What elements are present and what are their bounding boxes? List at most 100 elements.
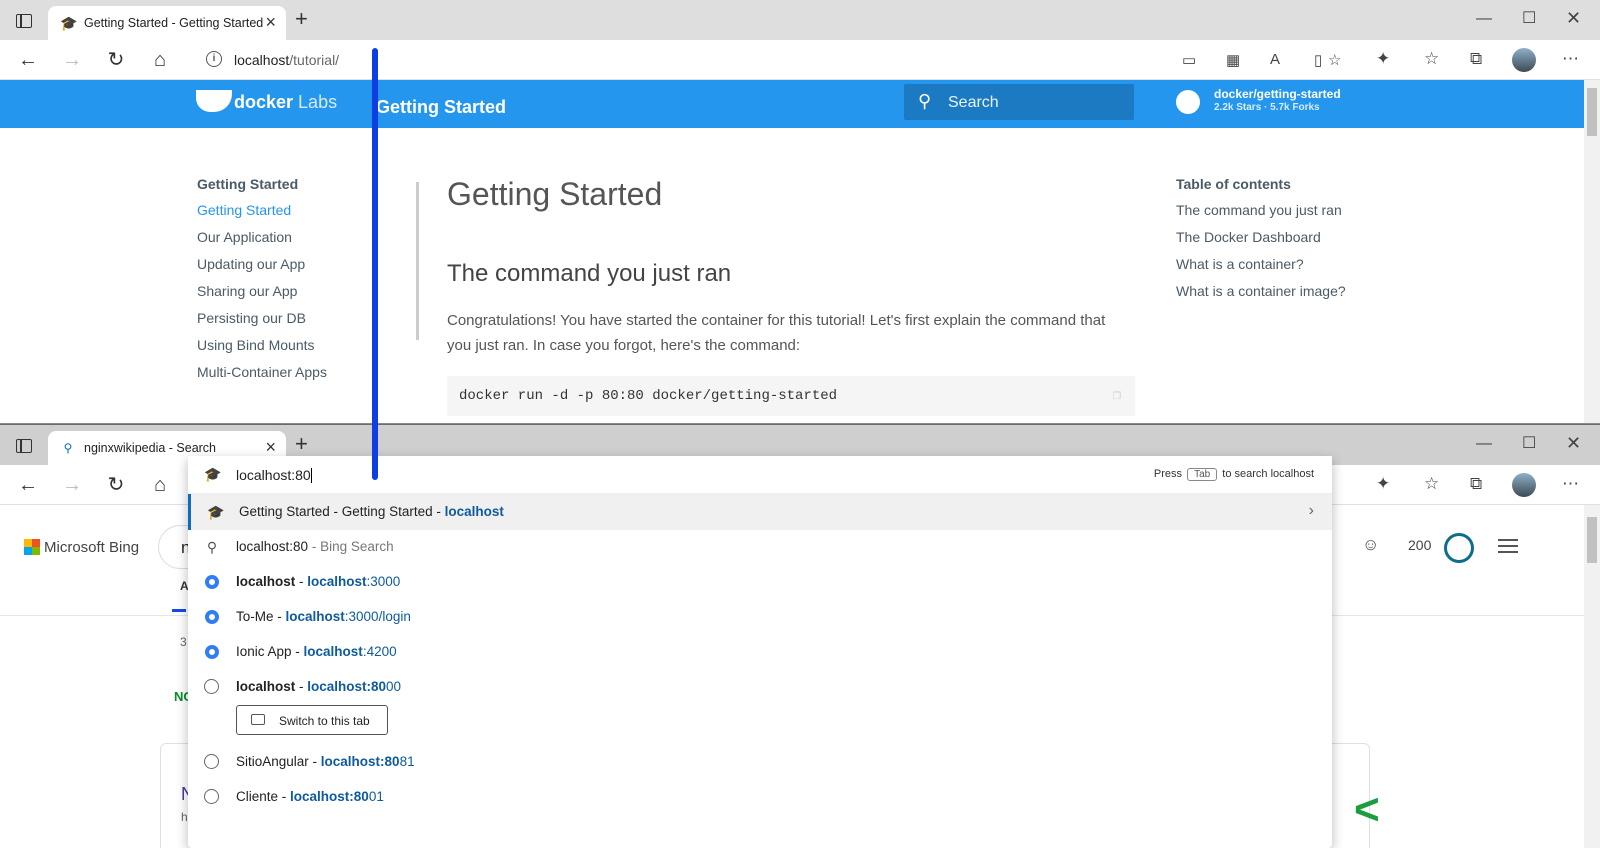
toc-heading: Table of contents (1176, 176, 1291, 192)
nav-item-updating[interactable]: Updating our App (197, 256, 327, 283)
qr-code-icon[interactable]: ▦ (1226, 51, 1240, 69)
favorites-star-icon[interactable]: ☆ (1424, 49, 1439, 69)
close-tab-icon[interactable]: × (265, 12, 276, 33)
suggestion-item[interactable]: Cliente - localhost:8001 (188, 779, 1332, 815)
result-url: h (181, 810, 188, 824)
user-icon[interactable]: ☺ (1362, 535, 1379, 555)
nav-item-persisting[interactable]: Persisting our DB (197, 310, 327, 337)
forward-icon[interactable]: → (60, 48, 84, 72)
repo-link[interactable]: docker/getting-started 2.2k Stars · 5.7k… (1214, 88, 1341, 114)
back-icon[interactable]: ← (16, 473, 40, 497)
info-icon[interactable]: i (206, 51, 222, 67)
suggestion-item[interactable]: Ionic App - localhost:4200 (188, 634, 1332, 670)
page-scrollbar[interactable] (1584, 505, 1600, 848)
close-tab-icon[interactable]: × (265, 437, 276, 458)
history-ring-icon (205, 645, 219, 659)
nav-item-getting-started[interactable]: Getting Started (197, 202, 327, 229)
globe-icon (204, 789, 219, 804)
graduation-cap-icon: 🎓 (204, 466, 222, 482)
maximize-icon[interactable]: ☐ (1522, 8, 1536, 28)
chevron-left-icon[interactable]: < (1354, 785, 1380, 835)
github-icon[interactable] (1176, 90, 1200, 114)
collections-icon[interactable]: ⧉ (1470, 474, 1482, 494)
minimize-icon[interactable]: — (1476, 10, 1492, 28)
globe-icon (204, 754, 219, 769)
page-title: Getting Started (447, 176, 663, 212)
address-input[interactable]: 🎓 localhost:80 Press Tab to search local… (188, 456, 1332, 494)
toc-item[interactable]: What is a container? (1176, 256, 1346, 283)
docs-search-input[interactable]: ⚲ Search (904, 84, 1134, 120)
suggestion-item[interactable]: SitioAngular - localhost:8081 (188, 744, 1332, 780)
scrollbar-thumb[interactable] (1587, 517, 1597, 563)
toc-item[interactable]: What is a container image? (1176, 283, 1346, 310)
docker-labs-logo[interactable]: docker Labs (196, 90, 337, 113)
switch-to-tab-button[interactable]: Switch to this tab (236, 705, 388, 735)
tab-actions-icon[interactable] (16, 14, 32, 28)
search-icon: ⚲ (206, 539, 218, 555)
tab-actions-icon[interactable] (16, 439, 32, 453)
globe-icon (204, 679, 219, 694)
rewards-trophy-icon[interactable] (1444, 533, 1474, 563)
table-of-contents: Table of contents The command you just r… (1176, 176, 1346, 310)
tab-title: nginxwikipedia - Search (84, 441, 217, 455)
back-icon[interactable]: ← (16, 48, 40, 72)
add-favorite-icon[interactable]: ☆ (1328, 51, 1341, 69)
home-icon[interactable]: ⌂ (148, 48, 172, 72)
immersive-reader-icon[interactable]: ▯ (1314, 51, 1322, 69)
maximize-icon[interactable]: ☐ (1522, 433, 1536, 453)
forward-icon[interactable]: → (60, 473, 84, 497)
new-tab-icon[interactable]: + (295, 431, 308, 457)
browser-toolbar: ← → ↻ ⌂ i localhost/tutorial/ ▭ ▦ A ▯ ☆ … (0, 40, 1600, 80)
close-window-icon[interactable]: ✕ (1566, 8, 1581, 29)
docker-whale-icon (196, 90, 232, 112)
primary-nav: Getting Started Getting Started Our Appl… (197, 176, 327, 391)
suggestion-item[interactable]: To-Me - localhost:3000/login (188, 599, 1332, 635)
nav-heading: Getting Started (197, 176, 299, 192)
hamburger-menu-icon[interactable] (1498, 539, 1518, 553)
content-divider (416, 182, 419, 340)
refresh-icon[interactable]: ↻ (104, 473, 128, 497)
tab-strip: 🎓 Getting Started - Getting Started × + … (0, 0, 1600, 40)
toc-item[interactable]: The command you just ran (1176, 202, 1346, 229)
extensions-icon[interactable]: ✦ (1376, 49, 1390, 69)
nav-item-our-application[interactable]: Our Application (197, 229, 327, 256)
site-title[interactable]: Getting Started (376, 97, 506, 118)
new-tab-icon[interactable]: + (295, 6, 308, 32)
more-icon[interactable]: ⋯ (1562, 49, 1579, 69)
close-window-icon[interactable]: ✕ (1566, 433, 1581, 454)
address-bar[interactable]: i localhost/tutorial/ ▭ ▦ A ▯ ☆ (188, 44, 1341, 76)
code-block: docker run -d -p 80:80 docker/getting-st… (447, 376, 1135, 416)
profile-avatar[interactable] (1512, 473, 1536, 497)
suggestion-item[interactable]: 🎓 Getting Started - Getting Started - lo… (188, 494, 1332, 530)
suggestion-item[interactable]: localhost - localhost:8000 (188, 669, 1332, 705)
nav-item-sharing[interactable]: Sharing our App (197, 283, 327, 310)
chevron-right-icon[interactable]: › (1309, 502, 1314, 520)
toc-item[interactable]: The Docker Dashboard (1176, 229, 1346, 256)
bing-logo[interactable]: Microsoft Bing (24, 539, 139, 556)
nav-item-bind-mounts[interactable]: Using Bind Mounts (197, 337, 327, 364)
refresh-icon[interactable]: ↻ (104, 48, 128, 72)
tab-getting-started[interactable]: 🎓 Getting Started - Getting Started × (48, 6, 286, 40)
suggestion-item[interactable]: localhost - localhost:3000 (188, 564, 1332, 600)
page-scrollbar[interactable] (1584, 80, 1600, 423)
suggestion-item[interactable]: ⚲ localhost:80 - Bing Search (188, 529, 1332, 565)
history-ring-icon (205, 575, 219, 589)
active-tab-underline (172, 609, 186, 612)
favorites-star-icon[interactable]: ☆ (1424, 474, 1439, 494)
search-icon: ⚲ (63, 441, 73, 455)
more-icon[interactable]: ⋯ (1562, 474, 1579, 494)
minimize-icon[interactable]: — (1476, 435, 1492, 453)
copy-icon[interactable]: ❐ (1113, 387, 1121, 404)
extensions-icon[interactable]: ✦ (1376, 474, 1390, 494)
app-available-icon[interactable]: ▭ (1182, 51, 1196, 69)
home-icon[interactable]: ⌂ (148, 473, 172, 497)
browser-window-top: 🎓 Getting Started - Getting Started × + … (0, 0, 1600, 424)
profile-avatar[interactable] (1512, 48, 1536, 72)
read-aloud-icon[interactable]: A (1270, 51, 1280, 68)
address-suggestions-dropdown: 🎓 localhost:80 Press Tab to search local… (188, 456, 1332, 848)
address-url: localhost/tutorial/ (234, 52, 340, 68)
scrollbar-thumb[interactable] (1587, 88, 1597, 136)
nav-item-multi-container[interactable]: Multi-Container Apps (197, 364, 327, 391)
microsoft-logo-icon (24, 539, 40, 555)
collections-icon[interactable]: ⧉ (1470, 49, 1482, 69)
